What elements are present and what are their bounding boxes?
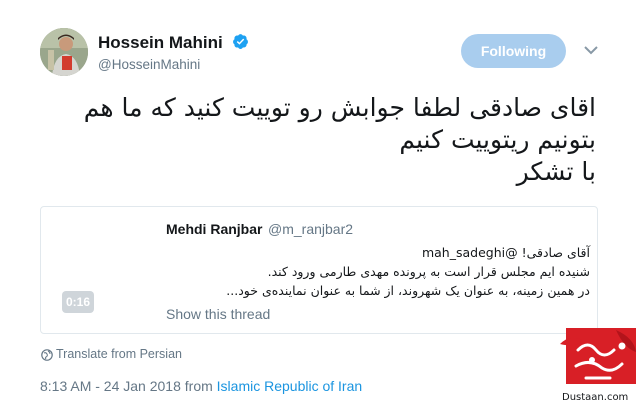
tweet-timestamp[interactable]: 8:13 AM - 24 Jan 2018 from	[40, 378, 217, 394]
video-duration-badge[interactable]: 0:16	[62, 291, 94, 313]
quoted-line: شنیده ایم مجلس قرار است به پرونده مهدی ط…	[267, 264, 590, 279]
tweet-line: بتونیم ریتوییت کنیم	[399, 125, 596, 154]
tweet-text: اقای صادقی لطفا جوابش رو توییت کنید که م…	[36, 92, 596, 188]
tweet-location-link[interactable]: Islamic Republic of Iran	[217, 378, 363, 394]
tweet-line: اقای صادقی لطفا جوابش رو توییت کنید که م…	[83, 93, 596, 122]
verified-badge-icon	[233, 34, 248, 49]
show-thread-link[interactable]: Show this thread	[166, 306, 270, 322]
globe-icon	[41, 349, 53, 361]
quoted-line: در همین زمینه، به عنوان یک شهروند، از شم…	[226, 283, 590, 298]
quoted-line: آقای صادقی! @mah_sadeghi	[421, 245, 590, 260]
avatar[interactable]	[40, 28, 88, 76]
site-logo	[560, 328, 636, 384]
author-handle[interactable]: @HosseinMahini	[98, 57, 200, 72]
author-name[interactable]: Hossein Mahini	[98, 33, 223, 53]
quoted-author-handle[interactable]: @m_ranjbar2	[268, 221, 353, 237]
site-watermark: Dustaan.com	[562, 392, 629, 403]
tweet-timestamp-row: 8:13 AM - 24 Jan 2018 from Islamic Repub…	[40, 378, 362, 394]
translate-link[interactable]: Translate from Persian	[56, 347, 182, 361]
quoted-author-name[interactable]: Mehdi Ranjbar	[166, 221, 262, 237]
chevron-down-icon[interactable]	[583, 44, 599, 56]
quoted-tweet-text: آقای صادقی! @mah_sadeghi شنیده ایم مجلس …	[170, 243, 590, 300]
following-button[interactable]: Following	[461, 34, 566, 68]
tweet-line: با تشکر	[516, 157, 596, 186]
